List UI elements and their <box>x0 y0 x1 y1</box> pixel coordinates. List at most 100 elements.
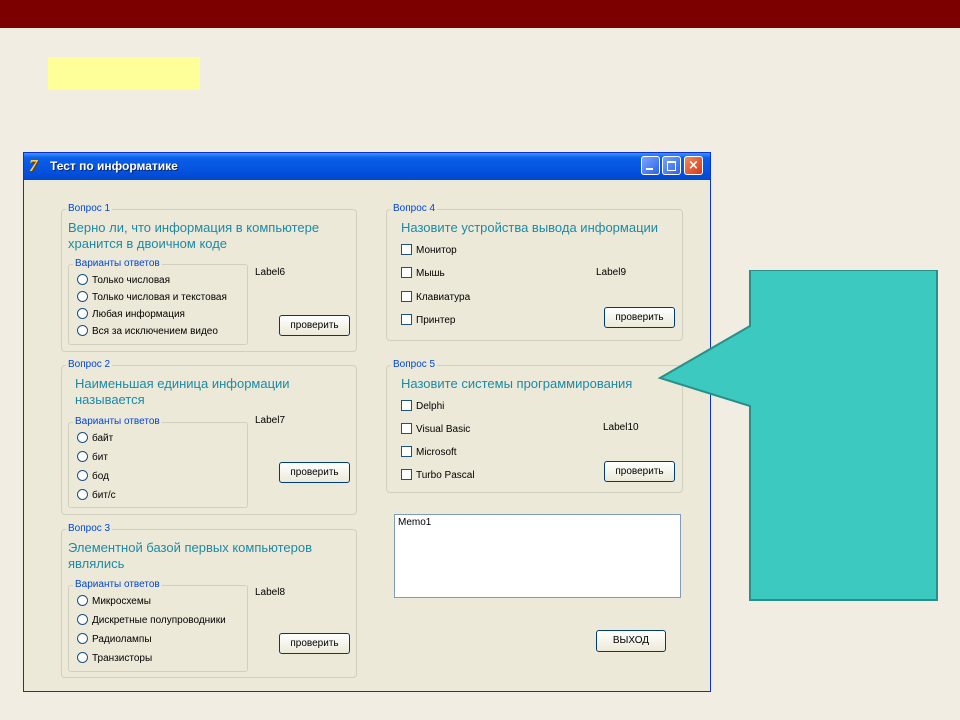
q3-check-button[interactable]: проверить <box>279 633 350 654</box>
question-1-line-1: Верно ли, что информация в компьютере <box>68 220 320 235</box>
radio-icon <box>77 633 88 644</box>
option-label: Turbo Pascal <box>416 470 475 481</box>
radio-icon <box>77 652 88 663</box>
option-label: Только числовая и текстовая <box>92 292 227 303</box>
question-2-group: Вопрос 2 Наименьшая единица информации н… <box>61 358 357 515</box>
option-label: Visual Basic <box>416 424 471 435</box>
q4-result-label: Label9 <box>596 267 627 278</box>
option-label: байт <box>92 433 114 444</box>
question-1-answers: Варианты ответов Только числовая Только … <box>68 257 248 345</box>
q4-option-4[interactable]: Принтер <box>401 314 455 328</box>
q3-option-2[interactable]: Дискретные полупроводники <box>77 614 226 628</box>
option-label: Клавиатура <box>416 292 471 303</box>
minimize-button[interactable] <box>641 156 660 175</box>
checkbox-icon <box>401 469 412 480</box>
option-label: Только числовая <box>92 275 171 286</box>
q1-option-1[interactable]: Только числовая <box>77 274 170 288</box>
question-1-group: Вопрос 1 Верно ли, что информация в комп… <box>61 202 357 352</box>
q1-option-2[interactable]: Только числовая и текстовая <box>77 291 227 305</box>
app-window: 7 Тест по информатике × Вопрос 1 Верно л… <box>23 152 711 692</box>
q2-option-3[interactable]: бод <box>77 470 109 484</box>
question-3-line-2: являлись <box>68 556 125 571</box>
radio-icon <box>77 291 88 302</box>
q2-result-label: Label7 <box>255 415 286 426</box>
close-icon: × <box>688 158 699 173</box>
option-label: Транзисторы <box>92 653 153 664</box>
question-5-text: Назовите системы программирования <box>401 376 633 391</box>
q1-check-button[interactable]: проверить <box>279 315 350 336</box>
answers-title: Варианты ответов <box>73 415 162 429</box>
radio-icon <box>77 325 88 336</box>
question-1-line-2: хранится в двоичном коде <box>68 236 228 251</box>
question-3-text: Элементной базой первых компьютеров явля… <box>68 540 312 572</box>
q2-option-2[interactable]: бит <box>77 451 108 465</box>
option-label: Микросхемы <box>92 596 151 607</box>
option-label: Дискретные полупроводники <box>92 615 226 626</box>
highlight-box <box>48 57 200 90</box>
q1-option-3[interactable]: Любая информация <box>77 308 185 322</box>
question-3-answers: Варианты ответов Микросхемы Дискретные п… <box>68 578 248 672</box>
question-3-title: Вопрос 3 <box>66 522 113 536</box>
radio-icon <box>77 489 88 500</box>
checkbox-icon <box>401 423 412 434</box>
radio-icon <box>77 308 88 319</box>
question-2-answers: Варианты ответов байт бит бод бит/с <box>68 415 248 508</box>
option-label: Microsoft <box>416 447 457 458</box>
option-label: Мышь <box>416 268 445 279</box>
option-label: Любая информация <box>92 309 185 320</box>
minimize-icon <box>646 168 653 170</box>
q5-option-1[interactable]: Delphi <box>401 400 444 414</box>
q2-check-button[interactable]: проверить <box>279 462 350 483</box>
exit-button[interactable]: ВЫХОД <box>596 630 666 652</box>
app-icon: 7 <box>29 156 38 175</box>
checkbox-icon <box>401 314 412 325</box>
option-label: Радиолампы <box>92 634 152 645</box>
window-title: Тест по информатике <box>50 159 178 173</box>
top-bar <box>0 0 960 28</box>
q3-option-4[interactable]: Транзисторы <box>77 652 152 666</box>
option-label: Вся за исключением видео <box>92 326 218 337</box>
answers-title: Варианты ответов <box>73 578 162 592</box>
q5-option-2[interactable]: Visual Basic <box>401 423 470 437</box>
q1-result-label: Label6 <box>255 267 286 278</box>
close-button[interactable]: × <box>684 156 703 175</box>
question-3-group: Вопрос 3 Элементной базой первых компьют… <box>61 522 357 678</box>
q4-option-2[interactable]: Мышь <box>401 267 445 281</box>
q1-option-4[interactable]: Вся за исключением видео <box>77 325 218 339</box>
question-2-text: Наименьшая единица информации называется <box>75 376 290 408</box>
radio-icon <box>77 470 88 481</box>
q3-option-3[interactable]: Радиолампы <box>77 633 152 647</box>
question-2-title: Вопрос 2 <box>66 358 113 372</box>
question-2-line-1: Наименьшая единица информации <box>75 376 290 391</box>
answers-title: Варианты ответов <box>73 257 162 271</box>
question-2-line-2: называется <box>75 392 145 407</box>
radio-icon <box>77 432 88 443</box>
q5-option-3[interactable]: Microsoft <box>401 446 457 460</box>
checkbox-icon <box>401 267 412 278</box>
checkbox-icon <box>401 244 412 255</box>
callout-shape <box>657 270 938 601</box>
q3-option-1[interactable]: Микросхемы <box>77 595 151 609</box>
q2-option-1[interactable]: байт <box>77 432 113 446</box>
q2-option-4[interactable]: бит/с <box>77 489 116 503</box>
question-3-line-1: Элементной базой первых компьютеров <box>68 540 313 555</box>
q5-option-4[interactable]: Turbo Pascal <box>401 469 475 483</box>
maximize-button[interactable] <box>662 156 681 175</box>
option-label: Delphi <box>416 401 445 412</box>
radio-icon <box>77 274 88 285</box>
option-label: бит/с <box>92 490 116 501</box>
checkbox-icon <box>401 446 412 457</box>
q4-option-1[interactable]: Монитор <box>401 244 457 258</box>
checkbox-icon <box>401 400 412 411</box>
checkbox-icon <box>401 291 412 302</box>
q4-option-3[interactable]: Клавиатура <box>401 291 470 305</box>
radio-icon <box>77 595 88 606</box>
question-1-text: Верно ли, что информация в компьютере хр… <box>68 220 319 252</box>
option-label: бит <box>92 452 108 463</box>
title-bar[interactable]: 7 Тест по информатике × <box>24 153 710 180</box>
question-4-text: Назовите устройства вывода информации <box>401 220 659 235</box>
option-label: Принтер <box>416 315 456 326</box>
question-1-title: Вопрос 1 <box>66 202 113 216</box>
maximize-icon <box>667 161 676 171</box>
question-4-title: Вопрос 4 <box>391 202 438 216</box>
